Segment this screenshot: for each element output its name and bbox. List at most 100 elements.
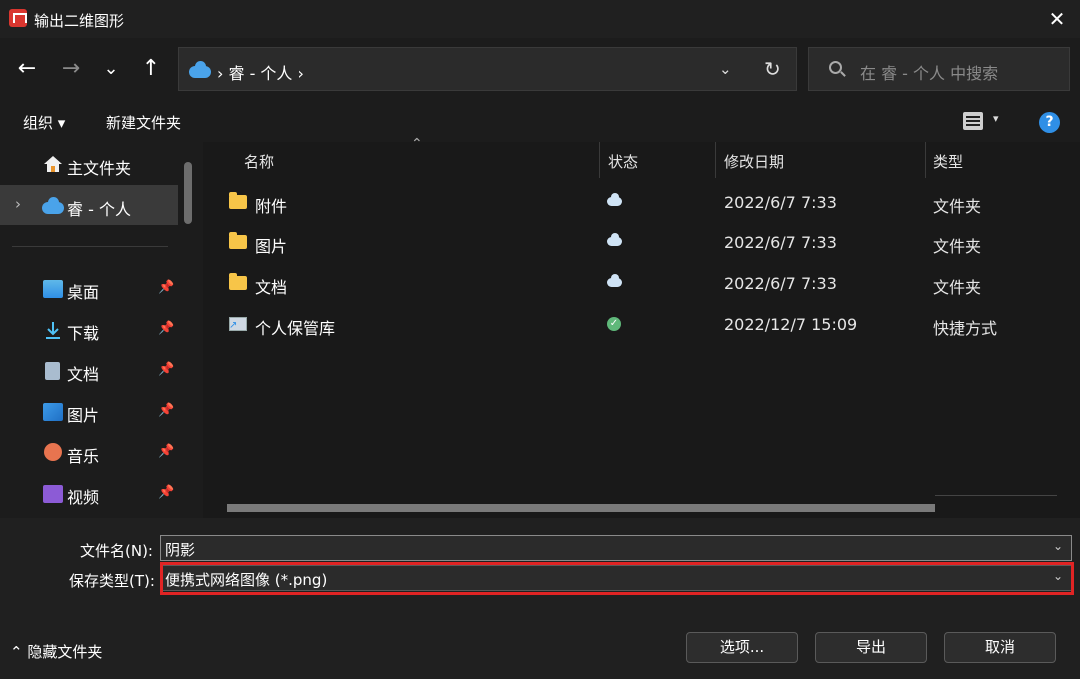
file-name: 图片 [255,237,288,256]
file-name: 附件 [255,197,288,216]
pin-icon[interactable]: 📌 [158,485,174,500]
file-row[interactable]: 文档 2022/6/7 7:33 文件夹 [203,264,1080,304]
file-name: 文档 [255,278,288,297]
search-box[interactable]: 在 睿 - 个人 中搜索 [808,47,1070,91]
help-icon[interactable]: ? [1039,112,1060,133]
file-row[interactable]: 附件 2022/6/7 7:33 文件夹 [203,183,1080,223]
onedrive-cloud-icon [42,197,64,214]
search-icon [829,61,842,74]
column-header-date[interactable]: 修改日期 [724,151,784,172]
file-type: 文件夹 [933,278,982,297]
folder-icon [229,232,247,249]
sidebar-item-videos[interactable]: 视频 📌 [0,473,178,513]
column-header-name[interactable]: 名称 [244,151,274,172]
file-list: ⌃ 名称 状态 修改日期 类型 附件 2022/6/7 7:33 文件夹 图片 … [203,136,1080,518]
desktop-icon [43,280,63,298]
column-divider[interactable] [715,142,716,178]
sidebar-item-label: 睿 - 个人 [67,200,131,219]
folder-icon [229,273,247,290]
file-row[interactable]: 图片 2022/6/7 7:33 文件夹 [203,223,1080,263]
onedrive-cloud-icon [189,61,211,78]
cancel-button[interactable]: 取消 [944,632,1056,663]
sketchup-app-icon [9,9,27,27]
column-header-status[interactable]: 状态 [608,151,638,172]
search-input[interactable]: 在 睿 - 个人 中搜索 [860,60,998,84]
file-name: 个人保管库 [255,319,336,338]
pictures-icon [43,403,63,421]
file-type: 快捷方式 [933,319,998,338]
synced-check-icon: ✓ [607,317,621,331]
sidebar-item-pictures[interactable]: 图片 📌 [0,391,178,431]
column-divider[interactable] [925,142,926,178]
filename-dropdown-chevron-icon[interactable]: ⌄ [1053,539,1063,553]
shortcut-icon [229,317,247,331]
options-button[interactable]: 选项... [686,632,798,663]
organize-button[interactable]: 组织 ▾ [23,112,65,133]
pin-icon[interactable]: 📌 [158,321,174,336]
filetype-label: 保存类型(T): [69,572,155,590]
sidebar-item-label: 主文件夹 [67,159,132,178]
forward-arrow-icon[interactable]: → [56,54,86,84]
column-header-type[interactable]: 类型 [933,151,963,172]
filename-field[interactable]: 阴影 ⌄ [160,535,1072,561]
refresh-icon[interactable]: ↻ [764,57,781,81]
sidebar-item-documents[interactable]: 文档 📌 [0,350,178,390]
filename-label: 文件名(N): [80,542,153,560]
sidebar-item-label: 文档 [67,365,100,384]
file-type: 文件夹 [933,197,982,216]
view-options-icon[interactable] [963,112,983,130]
window-title: 输出二维图形 [34,12,125,30]
pin-icon[interactable]: 📌 [158,362,174,377]
expand-chevron-icon[interactable]: › [15,195,21,213]
music-icon [44,443,62,461]
sidebar-item-label: 图片 [67,406,100,425]
back-arrow-icon[interactable]: ← [12,54,42,84]
sidebar-item-home[interactable]: 主文件夹 [0,144,178,184]
file-type: 文件夹 [933,237,982,256]
cloud-status-icon [607,193,622,206]
file-date: 2022/6/7 7:33 [724,274,837,293]
sidebar-item-desktop[interactable]: 桌面 📌 [0,268,178,308]
cloud-status-icon [607,233,622,246]
export-button[interactable]: 导出 [815,632,927,663]
save-dialog: 输出二维图形 ✕ ← → ⌄ ↑ › 睿 - 个人 › ⌄ ↻ 在 睿 - 个人… [0,0,1080,679]
home-icon [44,156,62,172]
file-date: 2022/6/7 7:33 [724,233,837,252]
sidebar-item-label: 下载 [67,324,100,343]
pin-icon[interactable]: 📌 [158,444,174,459]
file-date: 2022/6/7 7:33 [724,193,837,212]
download-icon [46,322,60,339]
navigation-bar: ← → ⌄ ↑ › 睿 - 个人 › ⌄ ↻ 在 睿 - 个人 中搜索 [0,38,1080,102]
pin-icon[interactable]: 📌 [158,280,174,295]
title-bar: 输出二维图形 ✕ [0,0,1080,38]
folder-icon [229,192,247,209]
sidebar-item-label: 音乐 [67,447,100,466]
sidebar-item-onedrive[interactable]: › 睿 - 个人 [0,185,178,225]
sidebar-item-music[interactable]: 音乐 📌 [0,432,178,472]
sidebar-divider [12,246,168,247]
sidebar-scrollbar[interactable] [184,162,192,224]
recent-locations-chevron-icon[interactable]: ⌄ [96,54,126,84]
document-icon [45,362,60,380]
horizontal-scrollbar[interactable] [227,504,935,512]
file-date: 2022/12/7 15:09 [724,315,858,334]
new-folder-button[interactable]: 新建文件夹 [106,112,181,133]
breadcrumb[interactable]: › 睿 - 个人 › [217,60,304,84]
scrollbar-track [935,495,1057,496]
column-divider[interactable] [599,142,600,178]
command-bar: 组织 ▾ 新建文件夹 ▾ ? [0,102,1080,142]
address-bar[interactable]: › 睿 - 个人 › ⌄ ↻ [178,47,797,91]
video-icon [43,485,63,503]
up-arrow-icon[interactable]: ↑ [136,54,166,84]
address-dropdown-chevron-icon[interactable]: ⌄ [719,60,732,78]
close-button[interactable]: ✕ [1034,0,1080,38]
pin-icon[interactable]: 📌 [158,403,174,418]
hide-folders-button[interactable]: ⌃ 隐藏文件夹 [10,641,102,662]
view-dropdown-chevron-icon[interactable]: ▾ [993,112,999,125]
filename-input[interactable]: 阴影 [165,539,195,560]
sidebar-item-label: 视频 [67,488,100,507]
sidebar-item-downloads[interactable]: 下载 📌 [0,309,178,349]
file-row[interactable]: 个人保管库 ✓ 2022/12/7 15:09 快捷方式 [203,305,1080,345]
navigation-pane: 主文件夹 › 睿 - 个人 桌面 📌 下载 📌 文档 📌 图片 📌 音乐 📌 视… [0,142,203,518]
sort-up-chevron-icon: ⌃ [411,136,423,152]
